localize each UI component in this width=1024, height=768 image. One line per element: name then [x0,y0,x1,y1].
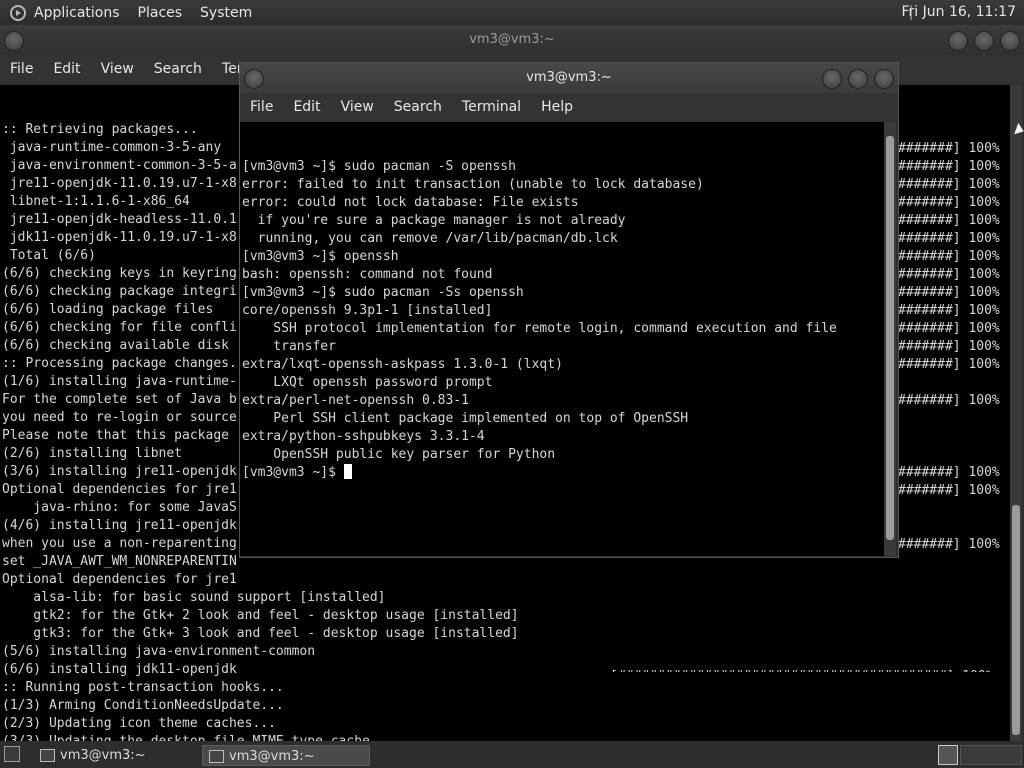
menu-file[interactable]: File [250,99,273,115]
terminal-icon [40,749,55,762]
menu-file[interactable]: File [10,61,33,77]
back-progress-line [898,500,1008,518]
front-terminal-line: running, you can remove /var/lib/pacman/… [242,231,618,246]
back-terminal-progress-rows: [#######################################… [610,632,1008,672]
back-progress-line: #######] 100% [898,231,1000,246]
back-window-title: vm3@vm3:~ [469,32,555,47]
minimize-icon[interactable] [948,31,968,51]
back-progress-line [898,446,1008,464]
front-terminal-line: SSH protocol implementation for remote l… [242,321,837,336]
back-progress-line: #######] 100% [898,303,1000,318]
back-progress-line: #######] 100% [898,249,1000,264]
maximize-icon[interactable] [848,69,868,89]
front-terminal-line: extra/python-sshpubkeys 3.3.1-4 [242,429,485,444]
menu-help[interactable]: Help [541,99,573,115]
text-cursor [343,464,352,479]
back-progress-line: #######] 100% [898,213,1000,228]
back-terminal-line: (2/3) Updating icon theme caches... [2,716,276,731]
front-window-titlebar[interactable]: vm3@vm3:~ [240,63,898,93]
back-progress-line: #######] 100% [898,141,1000,156]
minimize-icon[interactable] [822,69,842,89]
front-terminal-output[interactable]: [vm3@vm3 ~]$ sudo pacman -S openssh error… [240,122,884,556]
back-progress-full-line: [#######################################… [610,668,1008,672]
prompt-text: [vm3@vm3 ~]$ [242,465,344,480]
back-progress-line: #######] 100% [898,177,1000,192]
back-progress-line: #######] 100% [898,465,1000,480]
back-progress-line [898,374,1008,392]
front-terminal-scrollbar[interactable] [884,122,896,556]
distro-logo-icon[interactable] [10,4,26,21]
top-panel: Applications Places System Fri Jun 16, 1… [0,0,1024,25]
taskbar-item-label: vm3@vm3:~ [60,748,146,763]
window-menu-icon[interactable] [4,31,24,51]
back-progress-line: #######] 100% [898,267,1000,282]
taskbar-item-label: vm3@vm3:~ [229,749,315,764]
close-icon[interactable] [874,69,894,89]
back-progress-line: #######] 100% [898,321,1000,336]
front-terminal-line: if you're sure a package manager is not … [242,213,626,228]
system-menu[interactable]: System [200,5,252,21]
back-terminal-line: (1/3) Arming ConditionNeedsUpdate... [2,698,284,713]
front-window-menubar: File Edit View Search Terminal Help [240,93,898,121]
menu-edit[interactable]: Edit [53,61,80,77]
front-terminal-line: error: failed to init transaction (unabl… [242,177,704,192]
front-terminal-line: Perl SSH client package implemented on t… [242,411,689,426]
back-terminal-line: (3/3) Updating the desktop file MIME typ… [2,733,1010,741]
back-progress-line [898,518,1008,536]
front-terminal-line: extra/perl-net-openssh 0.83-1 [242,393,469,408]
back-progress-line: #######] 100% [898,393,1000,408]
back-progress-line: #######] 100% [898,159,1000,174]
menu-search[interactable]: Search [154,61,202,77]
taskbar-item-front-terminal[interactable]: vm3@vm3:~ [202,745,370,766]
places-menu[interactable]: Places [138,5,183,21]
panel-clock[interactable]: Fri Jun 16, 11:17 [901,4,1016,20]
back-window-titlebar[interactable]: vm3@vm3:~ [0,25,1024,55]
workspace-1-icon[interactable] [938,745,958,765]
back-progress-line: #######] 100% [898,483,1000,498]
back-progress-line: #######] 100% [898,285,1000,300]
back-terminal-scrollbar[interactable] [1010,85,1022,741]
applications-menu[interactable]: Applications [34,5,120,21]
menu-view[interactable]: View [101,61,134,77]
front-terminal-prompt[interactable]: [vm3@vm3 ~]$ [242,464,884,482]
terminal-icon [209,750,224,763]
back-progress-line: #######] 100% [898,357,1000,372]
front-terminal-line: [vm3@vm3 ~]$ sudo pacman -S openssh [242,159,516,174]
front-terminal-line: bash: openssh: command not found [242,267,493,282]
back-progress-line: #######] 100% [898,339,1000,354]
maximize-icon[interactable] [974,31,994,51]
front-terminal-line: transfer [242,339,336,354]
back-progress-line [898,428,1008,446]
front-terminal-window: vm3@vm3:~ File Edit View Search Terminal… [239,62,899,558]
back-terminal-progress-column: #######] 100% #######] 100% #######] 100% #… [898,104,1008,554]
front-terminal-line: [vm3@vm3 ~]$ sudo pacman -Ss openssh [242,285,524,300]
menu-view[interactable]: View [341,99,374,115]
bottom-taskbar: vm3@vm3:~ vm3@vm3:~ [0,743,1024,768]
back-scrollbar-thumb[interactable] [1012,505,1020,735]
front-terminal-line: OpenSSH public key parser for Python [242,447,556,462]
front-terminal-line: LXQt openssh password prompt [242,375,493,390]
front-scrollbar-thumb[interactable] [886,136,894,540]
back-progress-line: #######] 100% [898,537,1000,552]
show-desktop-icon[interactable] [4,746,20,762]
front-window-title: vm3@vm3:~ [526,70,612,85]
menu-search[interactable]: Search [394,99,442,115]
back-terminal-line: gtk2: for the Gtk+ 2 look and feel - des… [2,608,519,623]
taskbar-item-back-terminal[interactable]: vm3@vm3:~ [34,745,200,766]
back-terminal-line: Optional dependencies for jre1 [2,572,237,587]
close-icon[interactable] [1000,31,1020,51]
back-terminal-line: alsa-lib: for basic sound support [insta… [2,590,386,605]
back-progress-line: #######] 100% [898,195,1000,210]
back-progress-line [898,410,1008,428]
window-menu-icon[interactable] [244,69,264,89]
back-terminal-line: :: Running post-transaction hooks... [2,680,284,695]
menu-terminal[interactable]: Terminal [462,99,521,115]
front-terminal-line: error: could not lock database: File exi… [242,195,579,210]
front-terminal-line: core/openssh 9.3p1-1 [installed] [242,303,493,318]
front-terminal-line: extra/lxqt-openssh-askpass 1.3.0-1 (lxqt… [242,357,563,372]
workspace-2-icon[interactable] [960,745,1022,765]
menu-edit[interactable]: Edit [293,99,320,115]
front-terminal-line: [vm3@vm3 ~]$ openssh [242,249,399,264]
